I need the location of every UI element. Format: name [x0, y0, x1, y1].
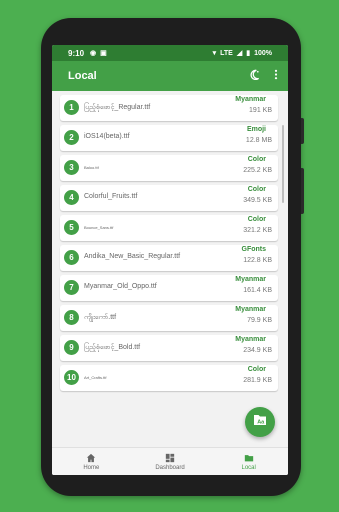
font-filename: Art_Crafts.ttf [84, 375, 107, 380]
battery-icon: ▮ [246, 50, 251, 57]
font-size: 349.5 KB [243, 197, 272, 204]
font-filename: ကျိုးကော်.ttf [84, 314, 117, 321]
font-filename: Myanmar_Old_Oppo.ttf [84, 283, 157, 290]
battery-level: 100% [254, 49, 272, 57]
item-number: 3 [64, 160, 79, 175]
font-size: 321.2 KB [243, 227, 272, 234]
font-size: 161.4 KB [243, 287, 272, 294]
font-category: Myanmar [235, 276, 266, 283]
item-number: 6 [64, 250, 79, 265]
home-icon [87, 453, 96, 463]
font-category: Myanmar [235, 306, 266, 313]
font-category: Myanmar [235, 96, 266, 103]
item-number: 8 [64, 310, 79, 325]
font-list: 1 ပြည့်စုံဖောင့်_Regular.ttf Myanmar 191… [60, 95, 278, 395]
status-bar: 9:10 ◉ ▣ ▾ LTE ◢ ▮ 100% [52, 45, 288, 61]
nav-local[interactable]: Local [209, 448, 288, 475]
font-item-1[interactable]: 1 ပြည့်စုံဖောင့်_Regular.ttf Myanmar 191… [60, 95, 278, 121]
font-size: 122.8 KB [243, 257, 272, 264]
font-category: Color [247, 186, 266, 193]
font-size: 281.9 KB [243, 377, 272, 384]
font-file-icon: Aa [253, 413, 267, 431]
font-category: Emoji [246, 126, 266, 133]
font-size: 191 KB [249, 107, 272, 114]
item-number: 1 [64, 100, 79, 115]
item-number: 9 [64, 340, 79, 355]
app-bar: Local [52, 61, 288, 91]
bottom-navigation: Home Dashboard Local [52, 447, 288, 475]
font-filename: Bounce_Sans.ttf [84, 225, 114, 230]
font-filename: iOS14(beta).ttf [84, 133, 130, 140]
scrollbar[interactable] [282, 125, 284, 203]
page-title: Local [68, 70, 97, 82]
nav-local-label: Local [241, 465, 256, 471]
font-category: Myanmar [235, 336, 266, 343]
dashboard-icon [165, 453, 175, 463]
nav-home[interactable]: Home [52, 448, 131, 475]
font-item-6[interactable]: 6 Andika_New_Basic_Regular.ttf GFonts 12… [60, 245, 278, 271]
item-number: 7 [64, 280, 79, 295]
item-number: 10 [64, 370, 79, 385]
add-font-fab[interactable]: Aa [245, 407, 275, 437]
font-item-8[interactable]: 8 ကျိုးကော်.ttf Myanmar 79.9 KB [60, 305, 278, 331]
font-filename: Baloo.ttf [84, 165, 99, 170]
app-bar-actions [249, 69, 278, 83]
font-size: 12.8 MB [245, 137, 272, 144]
notification-icons: ◉ ▣ [90, 49, 107, 57]
font-filename: ပြည့်စုံဖောင့်_Bold.ttf [84, 344, 141, 351]
power-button [301, 118, 304, 144]
nav-dashboard[interactable]: Dashboard [131, 448, 210, 475]
item-number: 2 [64, 130, 79, 145]
nav-dashboard-label: Dashboard [155, 465, 185, 471]
font-category: Color [247, 156, 266, 163]
status-time: 9:10 [68, 48, 85, 58]
messenger-icon: ◉ [90, 50, 97, 57]
font-size: 225.2 KB [243, 167, 272, 174]
font-item-7[interactable]: 7 Myanmar_Old_Oppo.ttf Myanmar 161.4 KB [60, 275, 278, 301]
font-filename: Andika_New_Basic_Regular.ttf [84, 253, 181, 260]
notification-icon: ▣ [100, 50, 107, 57]
status-right: ▾ LTE ◢ ▮ 100% [212, 49, 272, 58]
font-category: Color [247, 366, 266, 373]
network-type: LTE [220, 49, 233, 57]
font-item-4[interactable]: 4 Colorful_Fruits.ttf Color 349.5 KB [60, 185, 278, 211]
svg-text:Aa: Aa [257, 420, 265, 426]
font-size: 79.9 KB [247, 317, 272, 324]
folder-icon [244, 455, 253, 462]
more-options-icon[interactable] [274, 69, 278, 83]
font-size: 234.9 KB [243, 347, 272, 354]
font-item-10[interactable]: 10 Art_Crafts.ttf Color 281.9 KB [60, 365, 278, 391]
volume-button [301, 168, 304, 214]
item-number: 4 [64, 190, 79, 205]
font-category: GFonts [241, 246, 267, 253]
font-filename: ပြည့်စုံဖောင့်_Regular.ttf [84, 104, 151, 111]
font-item-5[interactable]: 5 Bounce_Sans.ttf Color 321.2 KB [60, 215, 278, 241]
theme-toggle-icon[interactable] [249, 69, 260, 83]
signal-icon: ◢ [236, 50, 243, 57]
wifi-icon: ▾ [212, 50, 217, 57]
app-screen: 9:10 ◉ ▣ ▾ LTE ◢ ▮ 100% Local 1 ပြည့်စုံ… [52, 45, 288, 475]
nav-home-label: Home [83, 465, 100, 471]
font-item-3[interactable]: 3 Baloo.ttf Color 225.2 KB [60, 155, 278, 181]
font-category: Color [247, 216, 266, 223]
item-number: 5 [64, 220, 79, 235]
font-item-9[interactable]: 9 ပြည့်စုံဖောင့်_Bold.ttf Myanmar 234.9 … [60, 335, 278, 361]
font-filename: Colorful_Fruits.ttf [84, 193, 138, 200]
font-item-2[interactable]: 2 iOS14(beta).ttf Emoji 12.8 MB [60, 125, 278, 151]
